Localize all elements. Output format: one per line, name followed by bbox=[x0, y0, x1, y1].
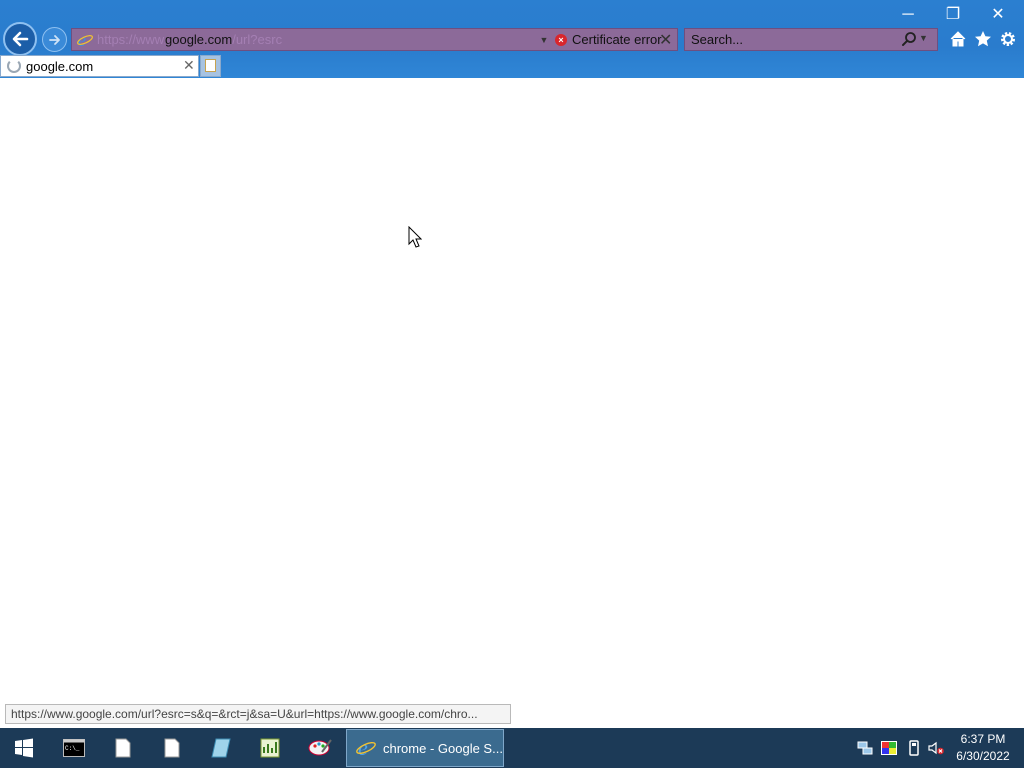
url-prefix: https://www. bbox=[97, 32, 165, 47]
start-button[interactable] bbox=[0, 728, 48, 768]
color-icon[interactable] bbox=[881, 740, 897, 756]
network-icon[interactable] bbox=[857, 740, 873, 756]
status-bar-url: https://www.google.com/url?esrc=s&q=&rct… bbox=[5, 704, 511, 724]
loading-spinner-icon bbox=[7, 59, 21, 73]
paint-icon bbox=[308, 739, 332, 756]
taskbar-document-2[interactable] bbox=[148, 728, 196, 768]
dropdown-icon[interactable]: ▼ bbox=[537, 33, 551, 47]
command-prompt-icon: C:\_ bbox=[63, 739, 85, 757]
certificate-error-icon[interactable]: × bbox=[555, 34, 567, 46]
close-window-button[interactable]: ✕ bbox=[983, 4, 1013, 26]
clock-time: 6:37 PM bbox=[960, 732, 1006, 746]
close-icon[interactable]: ✕ bbox=[659, 30, 672, 50]
forward-button[interactable] bbox=[42, 27, 67, 52]
taskbar-document-1[interactable] bbox=[99, 728, 147, 768]
home-icon[interactable] bbox=[948, 29, 968, 49]
tab-title: google.com bbox=[26, 58, 94, 74]
ie-icon: e bbox=[355, 737, 377, 759]
taskbar-active-label: chrome - Google S... bbox=[383, 740, 503, 756]
page-content bbox=[0, 78, 1024, 728]
document-icon bbox=[115, 738, 131, 758]
taskbar-spreadsheet[interactable] bbox=[246, 728, 294, 768]
system-clock[interactable]: 6:37 PM 6/30/2022 bbox=[948, 731, 1018, 765]
document-icon bbox=[164, 738, 180, 758]
notepad-icon bbox=[211, 738, 231, 758]
favorites-star-icon[interactable] bbox=[973, 29, 993, 49]
back-arrow-icon bbox=[12, 31, 29, 47]
taskbar-notepad[interactable] bbox=[197, 728, 245, 768]
url-suffix: /url?esrc bbox=[232, 32, 283, 47]
usb-icon[interactable] bbox=[906, 740, 922, 756]
back-button[interactable] bbox=[3, 22, 37, 56]
taskbar-paint[interactable] bbox=[296, 728, 344, 768]
clock-date: 6/30/2022 bbox=[956, 749, 1010, 763]
volume-muted-icon[interactable] bbox=[928, 740, 944, 756]
tab-close-icon[interactable]: ✕ bbox=[183, 57, 195, 74]
svg-text:C:\_: C:\_ bbox=[65, 745, 80, 752]
search-dropdown-icon[interactable]: ▼ bbox=[919, 33, 928, 43]
search-icon[interactable] bbox=[901, 31, 917, 47]
new-tab-button[interactable] bbox=[200, 55, 221, 77]
new-tab-icon bbox=[205, 59, 216, 72]
ie-icon: e bbox=[75, 30, 95, 50]
tab-google[interactable]: google.com ✕ bbox=[0, 55, 199, 77]
certificate-error-label[interactable]: Certificate error bbox=[572, 32, 662, 47]
spreadsheet-icon bbox=[260, 738, 280, 758]
taskbar-active-window[interactable]: e chrome - Google S... bbox=[346, 729, 504, 767]
search-input[interactable] bbox=[687, 31, 895, 48]
mouse-cursor-icon bbox=[408, 226, 422, 248]
search-box[interactable]: ▼ bbox=[684, 28, 938, 51]
taskbar: C:\_ e chrome - Google S... 6:37 PM 6/30… bbox=[0, 728, 1024, 768]
taskbar-command-prompt[interactable]: C:\_ bbox=[50, 728, 98, 768]
address-bar[interactable]: e https://www. google.com /url?esrc ▼ × … bbox=[71, 28, 678, 51]
windows-start-icon bbox=[15, 738, 33, 758]
minimize-button[interactable]: ─ bbox=[893, 4, 923, 26]
restore-button[interactable]: ❐ bbox=[938, 4, 968, 26]
gear-icon[interactable] bbox=[998, 29, 1018, 49]
url-domain: google.com bbox=[165, 32, 233, 47]
forward-arrow-icon bbox=[48, 34, 60, 45]
browser-titlebar: ─ ❐ ✕ e https://www. google.com /url?esr… bbox=[0, 0, 1024, 78]
